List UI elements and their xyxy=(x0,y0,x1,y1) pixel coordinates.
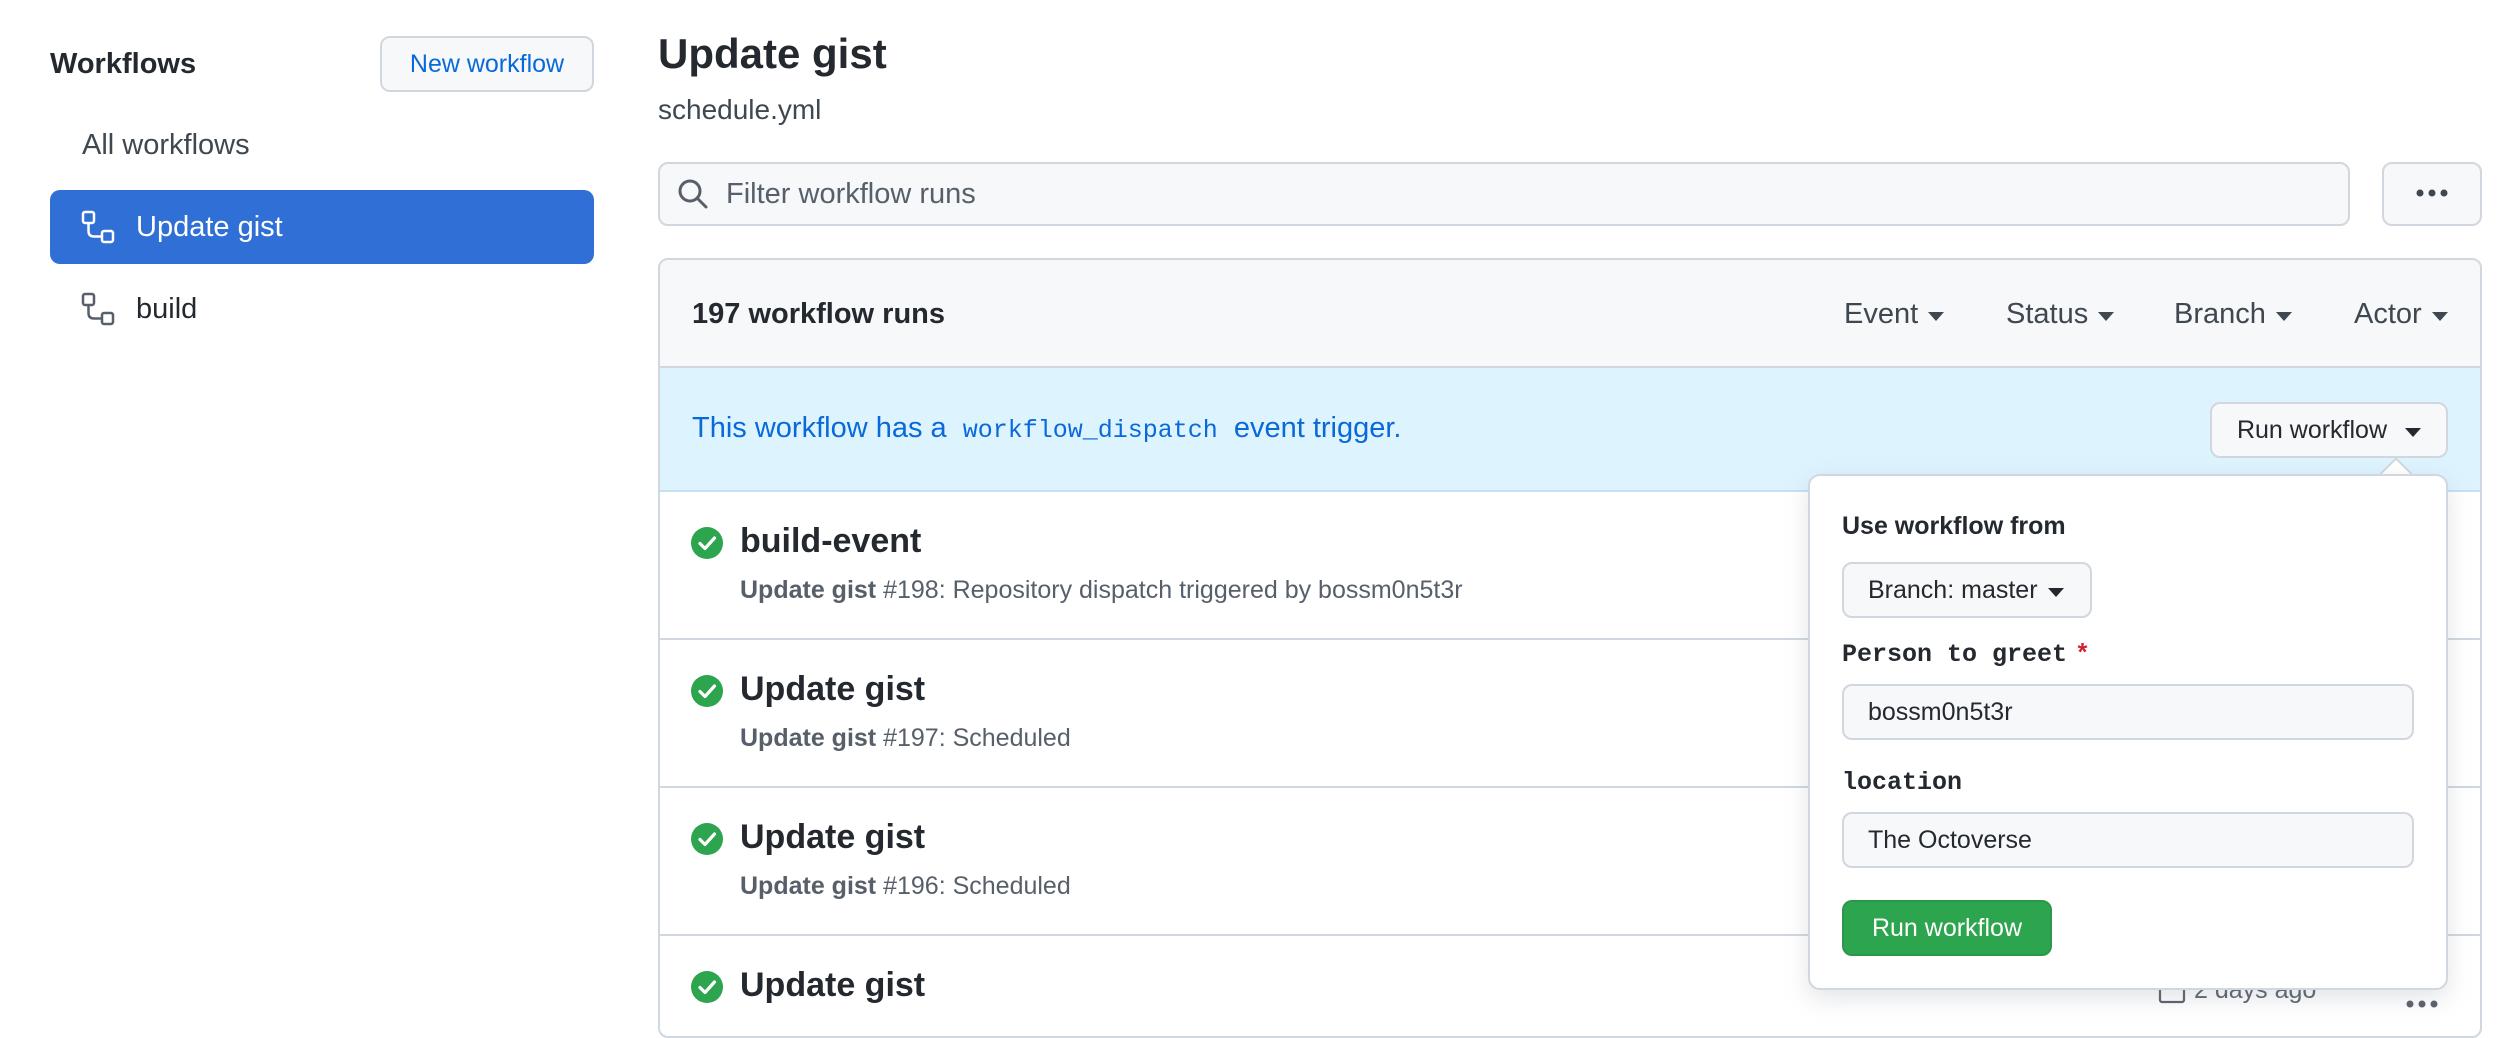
run-workflow-popover: Use workflow from Branch: master Person … xyxy=(1808,474,2448,990)
page-title: Update gist xyxy=(658,30,887,77)
workflow-icon xyxy=(80,291,116,327)
branch-prefix: Branch: xyxy=(1868,575,1955,604)
workflow-file-name: schedule.yml xyxy=(658,94,822,125)
input-label-location: location xyxy=(1842,768,1963,797)
use-workflow-from-label: Use workflow from xyxy=(1842,512,2066,540)
sidebar-item-build[interactable]: build xyxy=(50,272,594,346)
run-workflow-name: Update gist xyxy=(740,576,877,604)
filter-bar xyxy=(658,162,2350,226)
person-to-greet-input[interactable] xyxy=(1842,684,2414,740)
branch-select-button[interactable]: Branch: master xyxy=(1842,562,2092,618)
sidebar-item-all-workflows[interactable]: All workflows xyxy=(50,108,594,182)
run-subtitle: Update gist #197: Scheduled xyxy=(740,724,1071,753)
run-title[interactable]: Update gist xyxy=(740,818,925,857)
dropdown-label: Branch xyxy=(2174,298,2266,330)
filter-workflow-runs-input[interactable] xyxy=(724,176,2348,212)
dropdown-label: Event xyxy=(1844,298,1919,330)
sidebar-item-update-gist[interactable]: Update gist xyxy=(50,190,594,264)
caret-down-icon xyxy=(2098,312,2115,321)
run-title[interactable]: build-event xyxy=(740,522,921,561)
run-detail: #197: Scheduled xyxy=(883,724,1071,752)
run-workflow-name: Update gist xyxy=(740,724,877,752)
status-filter-dropdown[interactable]: Status xyxy=(2006,298,2115,331)
actor-filter-dropdown[interactable]: Actor xyxy=(2354,298,2448,331)
caret-down-icon xyxy=(2405,427,2422,437)
field-label: Person to greet xyxy=(1842,640,2068,669)
caret-down-icon xyxy=(2431,312,2448,321)
check-circle-icon xyxy=(691,527,723,559)
sidebar-item-label: Update gist xyxy=(136,210,283,243)
runs-header: 197 workflow runs Event Status Branch Ac… xyxy=(660,260,2480,368)
workflow-icon xyxy=(80,209,116,245)
caret-down-icon xyxy=(2047,587,2064,597)
branch-value: master xyxy=(1961,575,2038,604)
run-workflow-dropdown-button[interactable]: Run workflow xyxy=(2210,402,2448,458)
check-circle-icon xyxy=(691,823,723,855)
run-subtitle: Update gist #198: Repository dispatch tr… xyxy=(740,576,1463,605)
dropdown-label: Actor xyxy=(2354,298,2422,330)
sidebar-item-label: build xyxy=(136,292,198,325)
required-indicator: * xyxy=(2075,640,2091,669)
dispatch-text-before: This workflow has a xyxy=(692,412,947,444)
branch-filter-dropdown[interactable]: Branch xyxy=(2174,298,2292,331)
run-workflow-submit-button[interactable]: Run workflow xyxy=(1842,900,2052,956)
kebab-icon xyxy=(2406,1000,2438,1008)
caret-down-icon xyxy=(2275,312,2292,321)
run-detail: #198: Repository dispatch triggered by b… xyxy=(883,576,1463,604)
run-options-button[interactable] xyxy=(2404,996,2440,1014)
button-label: Run workflow xyxy=(2236,415,2388,444)
search-icon xyxy=(676,177,710,211)
run-title[interactable]: Update gist xyxy=(740,966,925,1005)
dropdown-label: Status xyxy=(2006,298,2089,330)
runs-count: 197 workflow runs xyxy=(692,298,946,330)
dispatch-text-after: event trigger. xyxy=(1233,412,1402,444)
dispatch-code: workflow_dispatch xyxy=(962,416,1218,445)
caret-down-icon xyxy=(1928,312,1945,321)
sidebar-title: Workflows xyxy=(50,48,197,80)
dispatch-message: This workflow has a workflow_dispatch ev… xyxy=(692,412,1401,445)
check-circle-icon xyxy=(691,971,723,1003)
more-options-button[interactable] xyxy=(2382,162,2482,226)
check-circle-icon xyxy=(691,675,723,707)
run-title[interactable]: Update gist xyxy=(740,670,925,709)
sidebar-item-label: All workflows xyxy=(82,128,250,161)
kebab-icon xyxy=(2412,185,2452,203)
run-subtitle: Update gist #196: Scheduled xyxy=(740,872,1071,901)
location-input[interactable] xyxy=(1842,812,2414,868)
new-workflow-button[interactable]: New workflow xyxy=(380,36,594,92)
run-workflow-name: Update gist xyxy=(740,872,877,900)
input-label-person-to-greet: Person to greet * xyxy=(1842,640,2090,669)
run-detail: #196: Scheduled xyxy=(883,872,1071,900)
event-filter-dropdown[interactable]: Event xyxy=(1844,298,1945,331)
